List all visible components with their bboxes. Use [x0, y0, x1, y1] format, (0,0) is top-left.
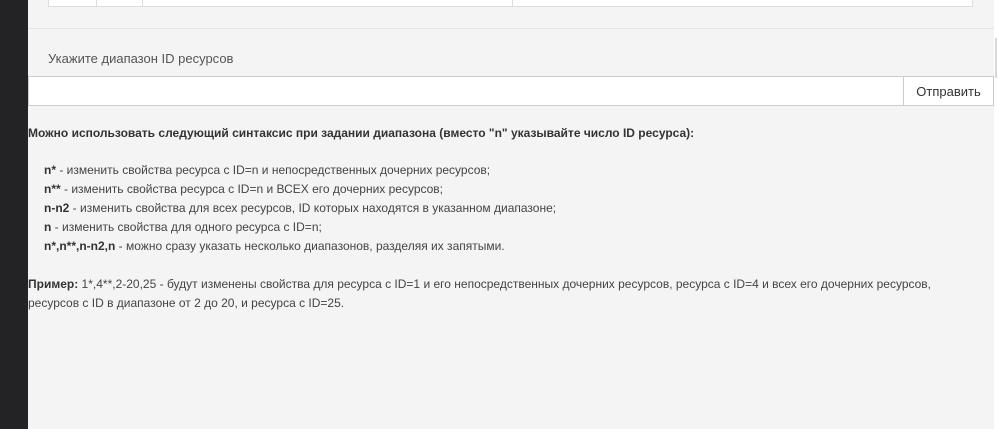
syntax-description: - изменить свойства для всех ресурсов, I…: [69, 201, 557, 215]
syntax-description: - можно сразу указать несколько диапазон…: [115, 239, 505, 253]
example-text: 1*,4**,2-20,25 - будут изменены свойства…: [28, 277, 932, 310]
submit-button[interactable]: Отправить: [903, 76, 994, 106]
syntax-help-list: n* - изменить свойства ресурса с ID=n и …: [44, 161, 556, 256]
scrollbar-thumb[interactable]: [995, 38, 997, 78]
syntax-item: n** - изменить свойства ресурса с ID=n и…: [44, 180, 556, 199]
example-paragraph: Пример: 1*,4**,2-20,25 - будут изменены …: [28, 275, 983, 313]
syntax-code: n*,n**,n-n2,n: [44, 239, 116, 253]
syntax-description: - изменить свойства ресурса с ID=n и неп…: [56, 163, 491, 177]
syntax-code: n**: [44, 182, 61, 196]
range-label: Укажите диапазон ID ресурсов: [48, 51, 234, 66]
table-bottom-fragment: [48, 0, 973, 7]
scrollbar-edge[interactable]: [994, 0, 998, 429]
syntax-description: - изменить свойства ресурса с ID=n и ВСЕ…: [60, 182, 444, 196]
range-input[interactable]: [28, 76, 904, 106]
syntax-code: n-n2: [44, 201, 70, 215]
syntax-item: n*,n**,n-n2,n - можно сразу указать неск…: [44, 237, 556, 256]
syntax-item: n - изменить свойства для одного ресурса…: [44, 218, 556, 237]
help-title: Можно использовать следующий синтаксис п…: [28, 126, 695, 140]
sidebar-edge: [0, 0, 28, 429]
section-divider: [28, 28, 994, 29]
syntax-description: - изменить свойства для одного ресурса с…: [51, 220, 322, 234]
content-panel: Укажите диапазон ID ресурсов Отправить М…: [28, 0, 994, 429]
example-label: Пример:: [28, 277, 79, 291]
table-column-divider: [512, 0, 513, 7]
table-column-divider: [96, 0, 97, 7]
table-column-divider: [142, 0, 143, 7]
syntax-item: n-n2 - изменить свойства для всех ресурс…: [44, 199, 556, 218]
syntax-code: n*: [44, 163, 56, 177]
syntax-item: n* - изменить свойства ресурса с ID=n и …: [44, 161, 556, 180]
